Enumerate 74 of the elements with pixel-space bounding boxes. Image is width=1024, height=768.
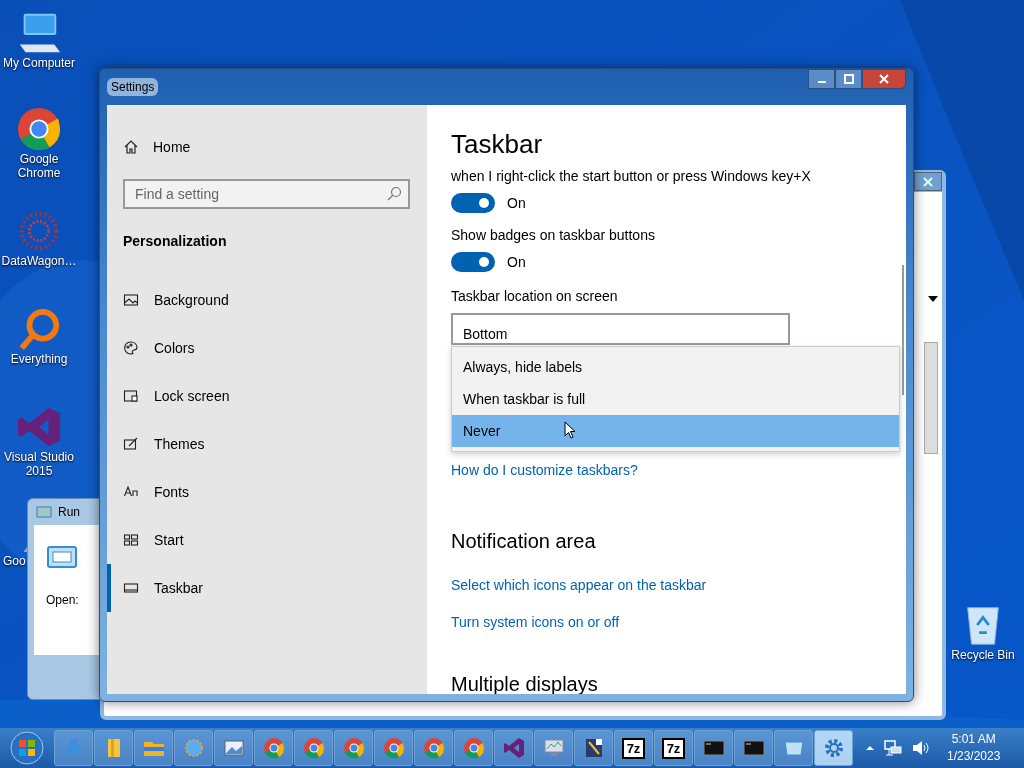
chrome-icon bbox=[341, 736, 366, 760]
desktop-icon-label[interactable]: Google Chrome bbox=[1, 152, 77, 180]
close-icon bbox=[923, 176, 933, 187]
chrome-icon bbox=[381, 736, 406, 760]
section-heading: Notification area bbox=[451, 530, 597, 553]
home-icon bbox=[123, 139, 139, 155]
setting-label: Taskbar location on screen bbox=[451, 288, 619, 304]
desktop-icon-label[interactable]: My Computer bbox=[1, 56, 77, 70]
nav-item[interactable]: Background bbox=[107, 276, 427, 324]
vs-icon bbox=[501, 736, 526, 760]
lock-icon bbox=[123, 388, 139, 404]
maximize-button[interactable] bbox=[835, 69, 862, 89]
toggle-switch[interactable] bbox=[451, 193, 495, 213]
window-title: Run bbox=[58, 505, 80, 519]
nav-item[interactable]: Themes bbox=[107, 420, 427, 468]
taskbar-icon bbox=[123, 580, 139, 596]
page-title: Taskbar bbox=[451, 129, 544, 160]
volume-icon[interactable] bbox=[911, 739, 931, 757]
themes-icon bbox=[123, 436, 139, 452]
nav-item[interactable]: Lock screen bbox=[107, 372, 427, 420]
close-button[interactable] bbox=[914, 172, 942, 191]
maximize-icon bbox=[843, 74, 854, 84]
minimize-icon bbox=[817, 81, 826, 83]
nav-item[interactable]: Fonts bbox=[107, 468, 427, 516]
desktop-icon-label[interactable]: Everything bbox=[1, 352, 77, 366]
start-icon bbox=[123, 532, 139, 548]
start-button[interactable] bbox=[9, 730, 45, 766]
mouse-pointer-icon bbox=[564, 421, 576, 439]
toggle-switch[interactable] bbox=[451, 252, 495, 272]
section-heading: Personalization bbox=[122, 233, 228, 249]
nav-item[interactable]: Start bbox=[107, 516, 427, 564]
setting-label: Show badges on taskbar buttons bbox=[451, 227, 656, 243]
toggle-state: On bbox=[507, 195, 526, 211]
dropdown-option[interactable]: When taskbar is full bbox=[452, 383, 899, 415]
chrome-icon bbox=[461, 736, 486, 760]
minimize-button[interactable] bbox=[808, 69, 835, 89]
dropdown-option[interactable]: Always, hide labels bbox=[452, 351, 899, 383]
close-button[interactable] bbox=[862, 69, 906, 89]
settings-link[interactable]: Select which icons appear on the taskbar bbox=[451, 577, 707, 593]
desktop-icon-label[interactable]: DataWagon… bbox=[1, 254, 77, 268]
desktop-icon-label[interactable]: Recycle Bin bbox=[945, 648, 1021, 662]
nav-item[interactable]: Taskbar bbox=[107, 564, 427, 612]
chrome-icon bbox=[421, 736, 446, 760]
dropdown-arrow-icon[interactable] bbox=[928, 296, 938, 302]
taskbar-button[interactable] bbox=[574, 730, 613, 766]
search-icon bbox=[386, 186, 402, 202]
open-label: Open: bbox=[46, 593, 80, 607]
window-title: Settings bbox=[107, 78, 159, 96]
desktop-icon-label[interactable]: Visual Studio 2015 bbox=[1, 450, 77, 478]
background-icon bbox=[123, 292, 139, 308]
location-dropdown[interactable]: Bottom bbox=[451, 313, 790, 345]
chrome-icon bbox=[261, 736, 286, 760]
show-hidden-icons-icon[interactable] bbox=[865, 743, 875, 753]
colors-icon bbox=[123, 340, 139, 356]
help-link[interactable]: How do I customize taskbars? bbox=[451, 462, 638, 478]
network-icon[interactable] bbox=[883, 739, 903, 757]
toggle-state: On bbox=[507, 254, 526, 270]
close-icon bbox=[879, 74, 889, 84]
chrome-icon bbox=[301, 736, 326, 760]
taskbar-button[interactable]: 7z bbox=[654, 730, 693, 766]
window-icon bbox=[36, 506, 52, 518]
clock[interactable]: 5:01 AM 1/23/2023 bbox=[947, 731, 1001, 765]
run-icon bbox=[46, 545, 78, 569]
home-link[interactable]: Home bbox=[153, 139, 191, 155]
search-field[interactable]: Find a setting bbox=[123, 179, 410, 209]
taskbar-button[interactable]: 7z bbox=[614, 730, 653, 766]
dropdown-option[interactable]: Never bbox=[452, 415, 899, 447]
nav-item[interactable]: Colors bbox=[107, 324, 427, 372]
taskbar-button[interactable] bbox=[694, 730, 733, 766]
settings-link[interactable]: Turn system icons on or off bbox=[451, 614, 620, 630]
scrollbar[interactable] bbox=[924, 342, 938, 454]
setting-label: when I right-click the start button or press Windows key+X bbox=[451, 168, 812, 184]
taskbar-button[interactable] bbox=[734, 730, 773, 766]
chrome-icon[interactable] bbox=[16, 106, 62, 152]
